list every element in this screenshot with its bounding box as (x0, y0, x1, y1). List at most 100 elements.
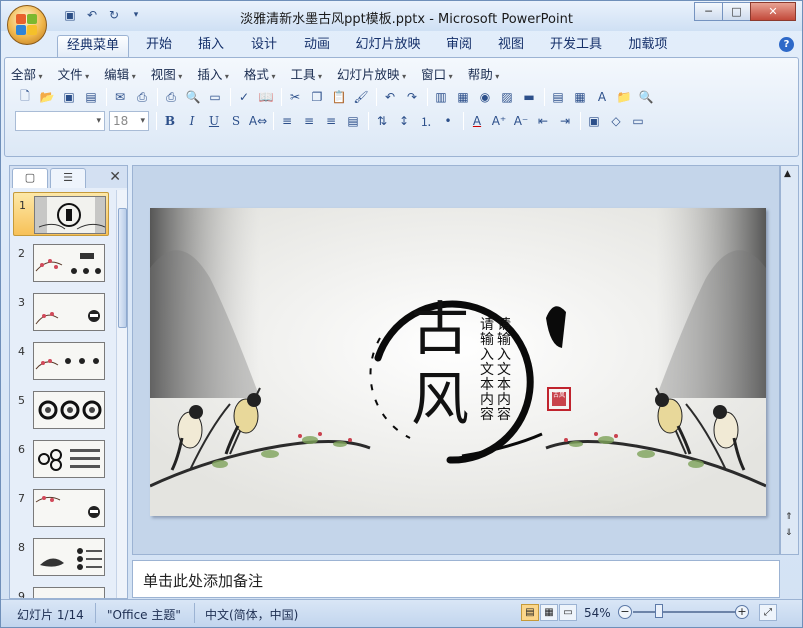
grow-font-icon[interactable]: A⁺ (489, 111, 509, 131)
slides-pane-scrollbar[interactable] (116, 190, 127, 598)
minimize-button[interactable]: ─ (694, 2, 723, 21)
slide-thumbnail[interactable]: 8 (13, 535, 109, 579)
tab-classic-menu[interactable]: 经典菜单 (57, 35, 129, 57)
print-preview-icon[interactable]: 🔍 (183, 87, 203, 107)
tab-home[interactable]: 开始 (137, 35, 181, 57)
menu-slideshow[interactable]: 幻灯片放映 (337, 64, 406, 82)
slide-sorter-view-button[interactable]: ▦ (540, 604, 558, 621)
clipart-icon[interactable]: ◉ (475, 87, 495, 107)
slide-thumbnail[interactable]: 2 (13, 241, 109, 285)
copy-icon[interactable]: ❐ (307, 87, 327, 107)
zoom-in-icon[interactable]: + (735, 605, 749, 619)
fit-to-window-icon[interactable]: ⤢ (759, 604, 777, 621)
open-icon[interactable]: 📂 (37, 87, 57, 107)
normal-view-button[interactable]: ▤ (521, 604, 539, 621)
slide-thumbnail[interactable]: 1 (13, 192, 109, 236)
tab-view[interactable]: 视图 (489, 35, 533, 57)
line-spacing-icon[interactable]: ↕ (394, 111, 414, 131)
numbering-icon[interactable]: ⒈ (416, 111, 436, 131)
tab-design[interactable]: 设计 (242, 35, 286, 57)
permission-icon[interactable]: ▤ (81, 87, 101, 107)
menu-help[interactable]: 帮助 (468, 64, 500, 82)
zoom-level[interactable]: 54% (584, 606, 611, 620)
align-left-icon[interactable]: ≡ (277, 111, 297, 131)
menu-file[interactable]: 文件 (58, 64, 90, 82)
textbox-icon[interactable]: A (592, 87, 612, 107)
decrease-indent-icon[interactable]: ⇤ (533, 111, 553, 131)
zoom-icon[interactable]: 🔍 (636, 87, 656, 107)
text-direction-icon[interactable]: ⇅ (372, 111, 392, 131)
undo-toolbar-icon[interactable]: ↶ (380, 87, 400, 107)
slide-area-scrollbar[interactable]: ▲ ⇑ ⇓ (780, 165, 799, 555)
office-button[interactable] (7, 5, 47, 45)
menu-view[interactable]: 视图 (151, 64, 183, 82)
slide-thumbnail[interactable]: 3 (13, 290, 109, 334)
menu-window[interactable]: 窗口 (421, 64, 453, 82)
tab-animation[interactable]: 动画 (295, 35, 339, 57)
print-icon[interactable]: ⎙ (161, 87, 181, 107)
help-icon[interactable]: ? (779, 37, 794, 52)
italic-icon[interactable]: I (182, 111, 202, 131)
layout-icon[interactable]: ▦ (570, 87, 590, 107)
color-icon[interactable]: ▬ (519, 87, 539, 107)
increase-indent-icon[interactable]: ⇥ (555, 111, 575, 131)
research-icon[interactable]: 📖 (256, 87, 276, 107)
slideshow-view-button[interactable]: ▭ (559, 604, 577, 621)
tab-outline[interactable]: ☰ (50, 168, 86, 188)
scrollbar-thumb[interactable] (118, 208, 127, 328)
paste-icon[interactable]: 📋 (329, 87, 349, 107)
notes-pane[interactable]: 单击此处添加备注 (132, 560, 780, 598)
slide-thumbnail[interactable]: 7 (13, 486, 109, 530)
format-painter-icon[interactable]: 🖌 (351, 87, 371, 107)
tab-slideshow[interactable]: 幻灯片放映 (351, 35, 425, 57)
shadow-icon[interactable]: S (226, 111, 246, 131)
picture-icon[interactable]: ▨ (497, 87, 517, 107)
publish-icon[interactable]: ⎙ (132, 87, 152, 107)
font-color-icon[interactable]: A (467, 111, 487, 131)
character-spacing-icon[interactable]: A⇔ (248, 111, 268, 131)
menu-insert[interactable]: 插入 (197, 64, 229, 82)
spelling-icon[interactable]: ✓ (234, 87, 254, 107)
menu-format[interactable]: 格式 (244, 64, 276, 82)
current-slide[interactable]: 古 风 请输入文本内容 请输入文本内容 古风 (150, 208, 766, 516)
slide-thumbnail[interactable]: 5 (13, 388, 109, 432)
tab-addins[interactable]: 加载项 (619, 35, 677, 57)
zoom-out-icon[interactable]: − (618, 605, 632, 619)
menu-edit[interactable]: 编辑 (104, 64, 136, 82)
bullets-icon[interactable]: • (438, 111, 458, 131)
tab-insert[interactable]: 插入 (189, 35, 233, 57)
email-icon[interactable]: ✉ (110, 87, 130, 107)
menu-all[interactable]: 全部 (11, 64, 43, 82)
tab-review[interactable]: 审阅 (437, 35, 481, 57)
new-icon[interactable]: 🗋 (15, 87, 35, 107)
scroll-up-icon[interactable]: ▲ (784, 169, 791, 179)
cut-icon[interactable]: ✂ (285, 87, 305, 107)
next-slide-icon[interactable]: ⇓ (785, 528, 793, 538)
underline-icon[interactable]: U (204, 111, 224, 131)
zoom-slider[interactable] (633, 611, 737, 613)
design-icon[interactable]: ▣ (584, 111, 604, 131)
shapes-icon[interactable]: ◇ (606, 111, 626, 131)
chart-icon[interactable]: ▥ (431, 87, 451, 107)
font-name-combo[interactable] (15, 111, 105, 131)
tab-slides[interactable]: ▢ (12, 168, 48, 188)
zoom-slider-knob[interactable] (655, 604, 663, 618)
language[interactable]: 中文(简体，中国) (205, 606, 298, 623)
bold-icon[interactable]: B (160, 111, 180, 131)
close-pane-icon[interactable]: ✕ (109, 169, 121, 185)
font-size-combo[interactable]: 18 (109, 111, 149, 131)
arrange-icon[interactable]: ▭ (628, 111, 648, 131)
folder-icon[interactable]: 📁 (614, 87, 634, 107)
slide-thumbnail[interactable]: 9 (13, 584, 109, 598)
redo-toolbar-icon[interactable]: ↷ (402, 87, 422, 107)
new-slide-icon[interactable]: ▤ (548, 87, 568, 107)
slide-thumbnail[interactable]: 6 (13, 437, 109, 481)
tab-developer[interactable]: 开发工具 (543, 35, 609, 57)
save-toolbar-icon[interactable]: ▣ (59, 87, 79, 107)
align-right-icon[interactable]: ≡ (321, 111, 341, 131)
page-icon[interactable]: ▭ (205, 87, 225, 107)
maximize-button[interactable]: □ (722, 2, 751, 21)
prev-slide-icon[interactable]: ⇑ (785, 512, 793, 522)
slide-thumbnail[interactable]: 4 (13, 339, 109, 383)
shrink-font-icon[interactable]: A⁻ (511, 111, 531, 131)
